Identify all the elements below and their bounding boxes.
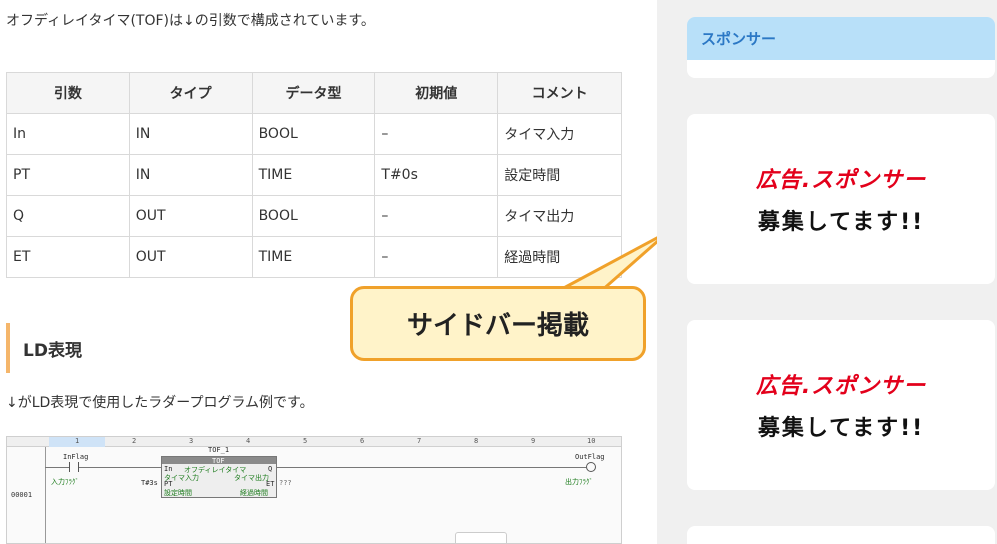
arguments-table: 引数 タイプ データ型 初期値 コメント In IN BOOL – タイマ入力 … <box>6 72 622 278</box>
fb-pin-et: ET <box>266 480 275 488</box>
ruler-column-number: 8 <box>474 437 479 445</box>
fb-type: TOF <box>212 457 225 465</box>
table-cell: 経過時間 <box>497 236 622 278</box>
ladder-input-label: InFlag <box>63 453 89 461</box>
col-header-datatype: データ型 <box>251 72 376 114</box>
fb-et-value: ??? <box>279 479 292 487</box>
table-cell: – <box>374 195 499 237</box>
table-cell: 設定時間 <box>497 154 622 196</box>
ruler-column-number: 1 <box>75 437 80 445</box>
table-cell: OUT <box>128 195 253 237</box>
ladder-column-ruler: 1 2 3 4 5 6 7 8 9 10 <box>7 437 621 447</box>
fb-pt-value: T#3s <box>141 479 158 487</box>
table-cell: PT <box>6 154 130 196</box>
timer-function-block: TOF In オフディレイタイマ Q タイマ入力 タイマ出力 PT ET 設定時… <box>161 456 277 498</box>
table-cell: – <box>374 113 499 155</box>
ladder-wire <box>277 467 586 468</box>
sponsor-widget: スポンサー <box>687 17 995 78</box>
table-row: Q OUT BOOL – タイマ出力 <box>6 195 622 237</box>
fb-instance-name: TOF_1 <box>208 446 230 454</box>
ladder-output-comment: 出力ﾌﾗｸﾞ <box>565 478 593 486</box>
sidebar-callout: サイドバー掲載 <box>350 286 646 361</box>
col-header-initial: 初期値 <box>374 72 499 114</box>
table-cell: BOOL <box>251 195 376 237</box>
table-cell: TIME <box>251 236 376 278</box>
fb-pin-q: Q <box>268 465 273 473</box>
callout-text: サイドバー掲載 <box>406 311 589 341</box>
fb-pt-comment: 設定時間 <box>164 489 192 497</box>
table-cell: OUT <box>128 236 253 278</box>
table-row: PT IN TIME T#0s 設定時間 <box>6 154 622 196</box>
ruler-column-number: 7 <box>417 437 422 445</box>
table-header-row: 引数 タイプ データ型 初期値 コメント <box>6 72 622 114</box>
table-row: ET OUT TIME – 経過時間 <box>6 236 622 278</box>
sidebar: スポンサー 広告.スポンサー 募集してます!! 広告.スポンサー 募集してます!… <box>657 0 997 544</box>
table-row: In IN BOOL – タイマ入力 <box>6 113 622 155</box>
ld-description: ↓がLD表現で使用したラダープログラム例です。 <box>6 395 314 411</box>
ruler-column-number: 9 <box>531 437 536 445</box>
ad-banner-1[interactable]: 広告.スポンサー 募集してます!! <box>687 114 995 284</box>
table-cell: In <box>6 113 130 155</box>
ad-subline: 募集してます!! <box>757 210 925 235</box>
article-content: オフディレイタイマ(TOF)は↓の引数で構成されています。 引数 タイプ データ… <box>0 0 657 544</box>
col-header-comment: コメント <box>497 72 622 114</box>
table-cell: T#0s <box>374 154 499 196</box>
ladder-left-rail <box>45 447 46 543</box>
col-header-argument: 引数 <box>6 72 130 114</box>
table-cell: タイマ入力 <box>497 113 622 155</box>
table-cell: IN <box>128 154 253 196</box>
ad-headline: 広告.スポンサー <box>755 374 927 399</box>
section-title: LD表現 <box>23 340 82 361</box>
ad-headline: 広告.スポンサー <box>755 168 927 193</box>
image-expand-button[interactable] <box>455 532 507 543</box>
fb-q-comment: タイマ出力 <box>234 474 269 482</box>
table-cell: IN <box>128 113 253 155</box>
intro-text: オフディレイタイマ(TOF)は↓の引数で構成されています。 <box>6 13 375 29</box>
ruler-column-number: 3 <box>189 437 194 445</box>
table-cell: BOOL <box>251 113 376 155</box>
table-cell: TIME <box>251 154 376 196</box>
table-cell: Q <box>6 195 130 237</box>
ladder-input-comment: 入力ﾌﾗｸﾞ <box>51 478 79 486</box>
ladder-wire <box>79 467 161 468</box>
ladder-contact-inflag <box>69 462 79 472</box>
table-cell: タイマ出力 <box>497 195 622 237</box>
ruler-column-number: 6 <box>360 437 365 445</box>
ad-subline: 募集してます!! <box>757 416 925 441</box>
table-cell: – <box>374 236 499 278</box>
ruler-column-number: 10 <box>587 437 596 445</box>
ladder-coil-outflag <box>586 462 596 472</box>
ad-banner-2[interactable]: 広告.スポンサー 募集してます!! <box>687 320 995 490</box>
ladder-output-label: OutFlag <box>575 453 605 461</box>
sponsor-widget-title: スポンサー <box>687 17 995 60</box>
col-header-type: タイプ <box>128 72 253 114</box>
ruler-column-number: 5 <box>303 437 308 445</box>
fb-et-comment: 経過時間 <box>240 489 268 497</box>
fb-pin-in: In <box>164 465 173 473</box>
table-cell: ET <box>6 236 130 278</box>
ladder-diagram-image: 1 2 3 4 5 6 7 8 9 10 00001 InFlag 入力ﾌﾗｸﾞ… <box>6 436 622 544</box>
fb-pin-pt: PT <box>164 480 173 488</box>
ladder-wire <box>45 467 69 468</box>
ladder-row-number: 00001 <box>11 491 33 499</box>
ruler-column-number: 4 <box>246 437 251 445</box>
sidebar-widget-partial <box>687 526 995 544</box>
ruler-column-number: 2 <box>132 437 137 445</box>
